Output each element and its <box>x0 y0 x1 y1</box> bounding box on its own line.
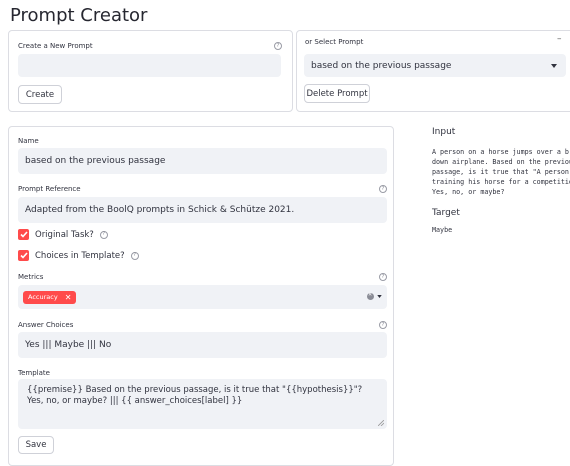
prompt-form: Name based on the previous passage Promp… <box>8 126 394 466</box>
create-prompt-label: Create a New Prompt <box>18 42 93 50</box>
help-icon[interactable]: ? <box>379 321 387 329</box>
original-task-label: Original Task? <box>35 229 94 240</box>
input-heading: Input <box>432 127 456 137</box>
input-line: Yes, no, or maybe? <box>432 188 505 196</box>
help-icon[interactable]: ? <box>99 230 108 239</box>
help-icon[interactable]: ? <box>130 251 139 260</box>
help-icon[interactable]: ? <box>379 273 387 281</box>
chevron-down-icon[interactable] <box>377 295 382 298</box>
metrics-label: Metrics <box>18 273 44 281</box>
template-label: Template <box>18 369 50 377</box>
input-line: passage, is it true that "A person is <box>432 168 570 176</box>
clear-all-icon[interactable]: ✕ <box>367 292 374 300</box>
check-icon <box>19 252 28 259</box>
chevron-down-icon <box>551 63 557 68</box>
new-prompt-input[interactable] <box>18 54 281 77</box>
answer-choices-input[interactable]: Yes ||| Maybe ||| No <box>18 332 387 358</box>
help-icon[interactable]: ? <box>274 42 282 50</box>
prompt-reference-label: Prompt Reference <box>18 185 81 193</box>
original-task-checkbox-row[interactable]: Original Task? ? <box>18 229 108 240</box>
metric-tag-label: Accuracy <box>28 293 58 301</box>
resize-handle-icon[interactable] <box>378 420 384 426</box>
create-prompt-panel: Create a New Prompt ? Create <box>8 30 293 112</box>
metrics-multiselect[interactable]: Accuracy ✕ ✕ <box>18 285 387 309</box>
choices-in-template-label: Choices in Template? <box>35 250 125 261</box>
delete-prompt-button[interactable]: Delete Prompt <box>304 84 370 103</box>
name-input[interactable]: based on the previous passage <box>18 148 387 174</box>
template-text: {{premise}} Based on the previous passag… <box>27 385 363 406</box>
metric-tag: Accuracy ✕ <box>23 290 77 304</box>
check-icon <box>19 231 28 238</box>
help-icon[interactable]: ? <box>379 185 387 193</box>
multiselect-controls: ✕ <box>367 292 382 300</box>
create-button[interactable]: Create <box>18 85 62 104</box>
template-textarea[interactable]: {{premise}} Based on the previous passag… <box>18 379 387 429</box>
page-title: Prompt Creator <box>10 5 148 26</box>
input-line: training his horse for a competition. <box>432 178 570 186</box>
original-task-checkbox[interactable] <box>18 229 29 240</box>
select-prompt-panel: or Select Prompt – based on the previous… <box>296 30 570 112</box>
name-label: Name <box>18 137 39 145</box>
answer-choices-label: Answer Choices <box>18 321 74 329</box>
input-preview: A person on a horse jumps over a brok do… <box>432 147 570 197</box>
choices-in-template-checkbox-row[interactable]: Choices in Template? ? <box>18 250 139 261</box>
input-line: A person on a horse jumps over a brok <box>432 148 570 156</box>
input-line: down airplane. Based on the previous <box>432 158 570 166</box>
prompt-select[interactable]: based on the previous passage <box>304 54 566 77</box>
select-prompt-label: or Select Prompt <box>305 38 364 46</box>
remove-tag-icon[interactable]: ✕ <box>65 293 72 302</box>
target-heading: Target <box>432 208 460 218</box>
target-value: Maybe <box>432 226 453 234</box>
prompt-reference-input[interactable]: Adapted from the BoolQ prompts in Schick… <box>18 197 387 223</box>
choices-in-template-checkbox[interactable] <box>18 250 29 261</box>
collapse-icon[interactable]: – <box>557 34 562 44</box>
save-button[interactable]: Save <box>18 436 54 454</box>
prompt-select-value: based on the previous passage <box>311 60 452 71</box>
